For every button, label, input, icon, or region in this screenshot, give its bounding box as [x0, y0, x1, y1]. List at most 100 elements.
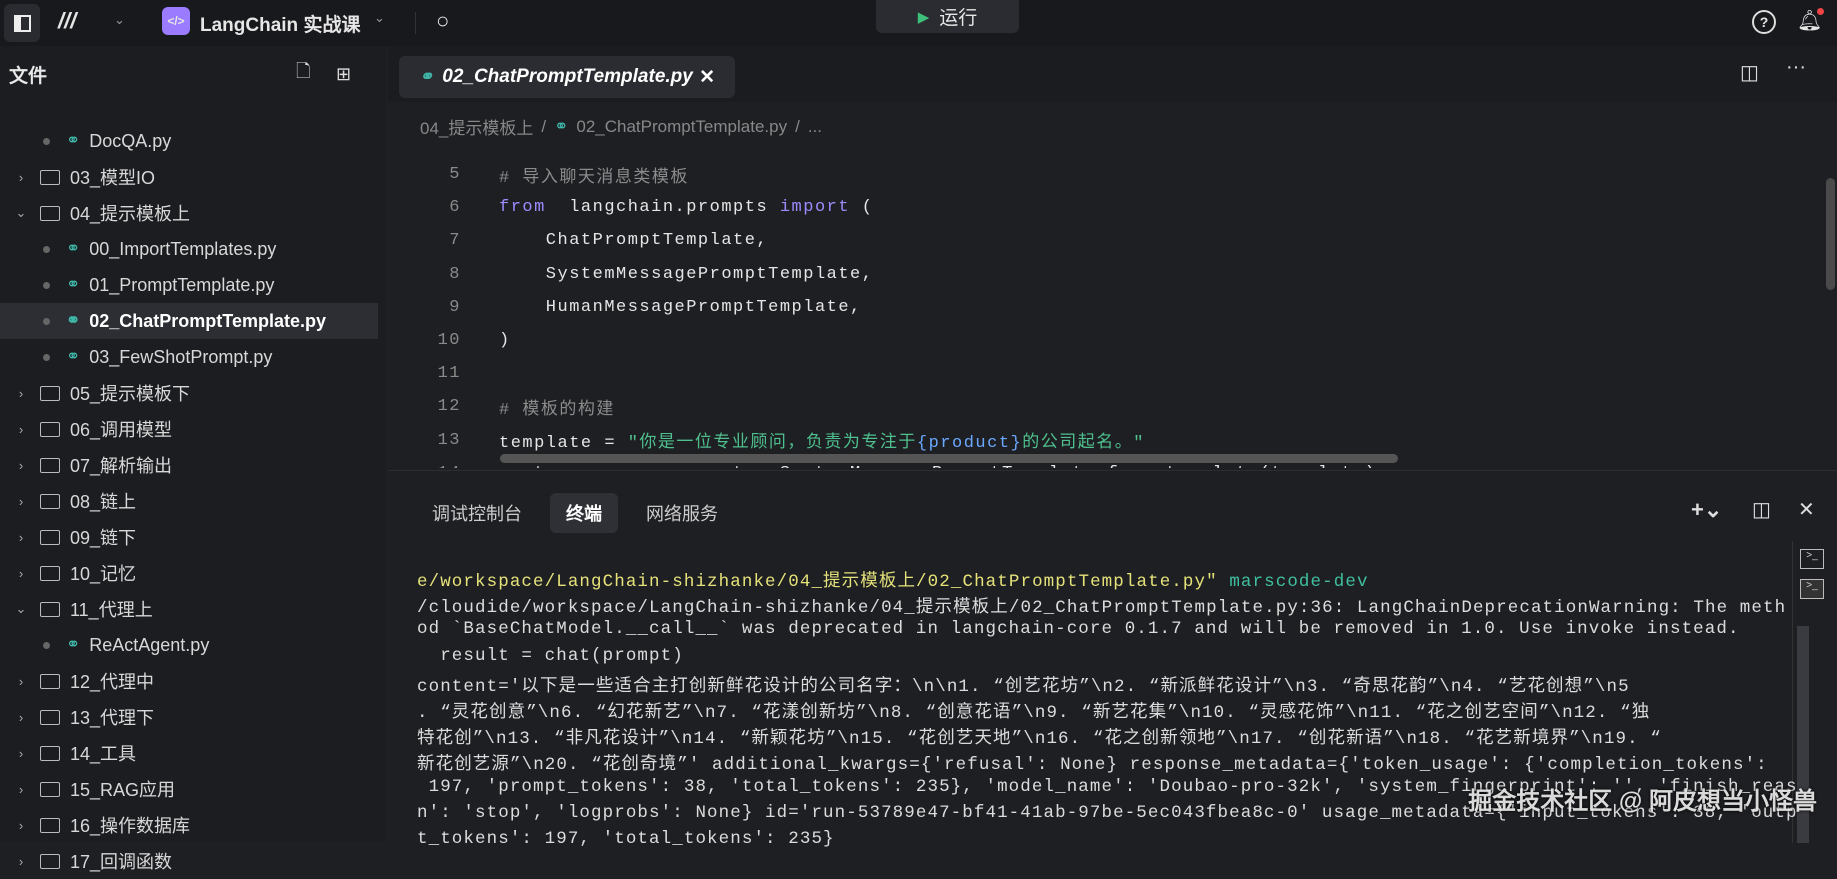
folder-icon: [40, 386, 60, 401]
folder-icon: [40, 530, 60, 545]
breadcrumb-file[interactable]: 02_ChatPromptTemplate.py: [576, 117, 787, 137]
folder-icon: [40, 494, 60, 509]
python-file-icon: ⚭: [419, 67, 433, 87]
bullet-icon: [43, 318, 50, 325]
folder-item[interactable]: ›07_解析输出: [0, 447, 386, 483]
python-file-icon: ⚭: [66, 347, 80, 367]
folder-item[interactable]: ›09_链下: [0, 519, 386, 555]
folder-icon: [40, 746, 60, 761]
file-item[interactable]: ⚭00_ImportTemplates.py: [0, 231, 386, 267]
bell-icon[interactable]: 🔔︎: [1797, 8, 1822, 33]
file-item[interactable]: ⚭ 01_PromptTemplate.py: [0, 267, 386, 303]
terminal-icon[interactable]: >_: [1800, 579, 1824, 599]
panel-tab[interactable]: 终端: [550, 493, 618, 533]
folder-icon: [40, 674, 60, 689]
add-terminal-icon[interactable]: +⌄: [1691, 497, 1722, 523]
python-file-icon: ⚭: [66, 239, 80, 259]
code-token: system_message_prompt = SystemMessagePro…: [499, 464, 1377, 468]
line-number: 13: [388, 431, 461, 450]
code-token: import: [780, 198, 850, 217]
file-item[interactable]: ⚭DocQA.py: [0, 123, 386, 159]
code-line: 12# 模板的构建: [388, 390, 1837, 423]
code-token: {product}: [917, 434, 1022, 453]
code-area[interactable]: 5# 导入聊天消息类模板6from langchain.prompts impo…: [388, 158, 1837, 468]
code-line: 5# 导入聊天消息类模板: [388, 158, 1837, 191]
terminal-line: result = chat(prompt): [417, 646, 1797, 672]
code-token: 的公司起名。": [1022, 434, 1145, 453]
run-label: 运行: [939, 3, 977, 30]
folder-item[interactable]: ›12_代理中: [0, 663, 386, 699]
item-label: 08_链上: [70, 488, 136, 514]
search-icon[interactable]: ○: [436, 8, 449, 34]
folder-item[interactable]: ⌄11_代理上: [0, 591, 386, 627]
terminal-icon[interactable]: >_: [1800, 549, 1824, 569]
vertical-scrollbar[interactable]: [1826, 178, 1835, 290]
breadcrumb-folder[interactable]: 04_提示模板上: [420, 114, 533, 139]
folder-icon: [40, 782, 60, 797]
folder-item[interactable]: ›13_代理下: [0, 699, 386, 735]
chevron-right-icon: ›: [14, 494, 28, 509]
explorer-title: 文件: [9, 61, 47, 88]
terminal-text: result = chat(prompt): [417, 646, 684, 666]
run-button[interactable]: ▶运行: [876, 0, 1019, 33]
close-panel-icon[interactable]: ✕: [1798, 497, 1815, 522]
folder-item[interactable]: ›05_提示模板下: [0, 375, 386, 411]
close-icon[interactable]: ✕: [699, 66, 715, 89]
folder-item[interactable]: ›16_操作数据库: [0, 807, 386, 843]
chevron-down-icon[interactable]: ⌄: [114, 12, 125, 28]
line-number: 10: [388, 331, 461, 350]
folder-icon: [40, 710, 60, 725]
folder-item[interactable]: ›06_调用模型: [0, 411, 386, 447]
code-token: ChatPromptTemplate,: [499, 231, 768, 250]
chevron-right-icon: ›: [14, 170, 28, 185]
code-line: 9 HumanMessagePromptTemplate,: [388, 291, 1837, 324]
terminal-text: 新花创艺源”\n20. “花创奇境”' additional_kwargs={'…: [417, 755, 1768, 775]
chevron-right-icon: ›: [14, 422, 28, 437]
panel-tab[interactable]: 网络服务: [630, 493, 734, 533]
horizontal-scrollbar[interactable]: [500, 454, 1398, 463]
toggle-sidebar-button[interactable]: [4, 4, 40, 42]
folder-icon: [40, 602, 60, 617]
chevron-down-icon[interactable]: ⌄: [374, 10, 385, 26]
file-explorer: 文件 🗋 ⊞ ⚭DocQA.py›03_模型IO⌄04_提示模板上⚭00_Imp…: [0, 46, 386, 842]
file-item[interactable]: ⚭03_FewShotPrompt.py: [0, 339, 386, 375]
chevron-right-icon: ›: [14, 746, 28, 761]
folder-icon: [40, 206, 60, 221]
new-file-icon[interactable]: 🗋: [296, 59, 310, 89]
file-tree: ⚭DocQA.py›03_模型IO⌄04_提示模板上⚭00_ImportTemp…: [0, 123, 386, 879]
split-editor-icon[interactable]: ◫: [1740, 60, 1759, 85]
chevron-right-icon: ›: [14, 710, 28, 725]
folder-item[interactable]: ›10_记忆: [0, 555, 386, 591]
chevron-right-icon: ›: [14, 818, 28, 833]
line-number: 12: [388, 397, 461, 416]
project-name[interactable]: LangChain 实战课: [200, 10, 360, 37]
panel-tab[interactable]: 调试控制台: [416, 493, 538, 533]
tab-02-chatprompttemplate[interactable]: ⚭02_ChatPromptTemplate.py✕: [399, 56, 735, 98]
help-icon[interactable]: ?: [1752, 10, 1776, 34]
new-folder-icon[interactable]: ⊞: [336, 64, 351, 85]
folder-item[interactable]: ⌄04_提示模板上: [0, 195, 386, 231]
code-line: 7 ChatPromptTemplate,: [388, 224, 1837, 257]
folder-item[interactable]: ›17_回调函数: [0, 843, 386, 879]
item-label: 10_记忆: [70, 560, 136, 586]
terminal-line: 特花创”\n13. “非凡花设计”\n14. “新颖花坊”\n15. “花创艺天…: [417, 724, 1797, 750]
bullet-icon: [43, 282, 50, 289]
file-item[interactable]: ⚭ReActAgent.py: [0, 627, 386, 663]
folder-item[interactable]: › 08_链上: [0, 483, 386, 519]
item-label: 01_PromptTemplate.py: [89, 275, 274, 296]
marscode-logo[interactable]: ///: [58, 8, 76, 34]
item-label: 04_提示模板上: [70, 200, 190, 226]
folder-item[interactable]: ›15_RAG应用: [0, 771, 386, 807]
line-number: 11: [388, 364, 461, 383]
code-token: template =: [499, 434, 628, 453]
code-token: ): [499, 331, 511, 350]
folder-item[interactable]: ›14_工具: [0, 735, 386, 771]
folder-item[interactable]: ›03_模型IO: [0, 159, 386, 195]
breadcrumb-more[interactable]: ...: [808, 117, 822, 137]
code-token: SystemMessagePromptTemplate,: [499, 265, 873, 284]
editor-tabs: ⚭02_ChatPromptTemplate.py✕ ◫ ···: [388, 46, 1837, 102]
python-file-icon: ⚭: [66, 275, 80, 295]
split-panel-icon[interactable]: ◫: [1752, 497, 1771, 522]
file-item[interactable]: ⚭02_ChatPromptTemplate.py: [0, 303, 378, 339]
more-icon[interactable]: ···: [1786, 56, 1806, 79]
